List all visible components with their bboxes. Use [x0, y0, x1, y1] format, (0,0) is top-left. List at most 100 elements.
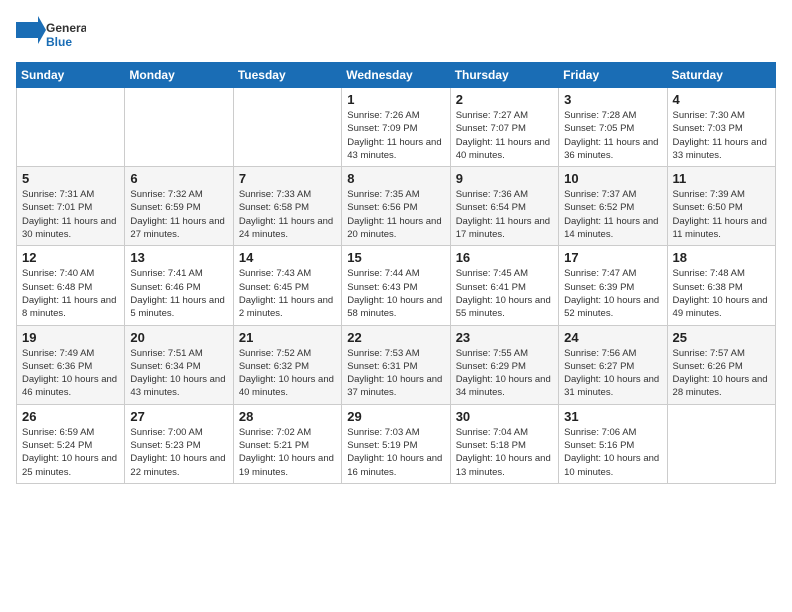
calendar-cell: 15 Sunrise: 7:44 AM Sunset: 6:43 PM Dayli…	[342, 246, 450, 325]
day-number: 11	[673, 171, 770, 186]
calendar-week-3: 12 Sunrise: 7:40 AM Sunset: 6:48 PM Dayli…	[17, 246, 776, 325]
calendar-cell: 10 Sunrise: 7:37 AM Sunset: 6:52 PM Dayli…	[559, 167, 667, 246]
day-info: Sunrise: 7:30 AM Sunset: 7:03 PM Dayligh…	[673, 109, 770, 162]
day-info: Sunrise: 7:35 AM Sunset: 6:56 PM Dayligh…	[347, 188, 444, 241]
calendar-cell: 12 Sunrise: 7:40 AM Sunset: 6:48 PM Dayli…	[17, 246, 125, 325]
day-info: Sunrise: 7:57 AM Sunset: 6:26 PM Dayligh…	[673, 347, 770, 400]
calendar-cell: 25 Sunrise: 7:57 AM Sunset: 6:26 PM Dayli…	[667, 325, 775, 404]
day-number: 13	[130, 250, 227, 265]
calendar-cell	[233, 88, 341, 167]
day-number: 4	[673, 92, 770, 107]
day-number: 31	[564, 409, 661, 424]
calendar-cell: 20 Sunrise: 7:51 AM Sunset: 6:34 PM Dayli…	[125, 325, 233, 404]
calendar-cell: 2 Sunrise: 7:27 AM Sunset: 7:07 PM Daylig…	[450, 88, 558, 167]
day-info: Sunrise: 7:31 AM Sunset: 7:01 PM Dayligh…	[22, 188, 119, 241]
calendar-cell: 16Sunrise: 7:45 AM Sunset: 6:41 PM Dayli…	[450, 246, 558, 325]
calendar-cell: 19Sunrise: 7:49 AM Sunset: 6:36 PM Dayli…	[17, 325, 125, 404]
calendar-cell	[17, 88, 125, 167]
day-info: Sunrise: 7:48 AM Sunset: 6:38 PM Dayligh…	[673, 267, 770, 320]
day-header-saturday: Saturday	[667, 63, 775, 88]
calendar-cell: 23 Sunrise: 7:55 AM Sunset: 6:29 PM Dayli…	[450, 325, 558, 404]
svg-text:General: General	[46, 21, 86, 35]
day-number: 9	[456, 171, 553, 186]
day-number: 1	[347, 92, 444, 107]
calendar-cell: 26Sunrise: 6:59 AM Sunset: 5:24 PM Dayli…	[17, 404, 125, 483]
calendar-header-row: SundayMondayTuesdayWednesdayThursdayFrid…	[17, 63, 776, 88]
day-info: Sunrise: 7:56 AM Sunset: 6:27 PM Dayligh…	[564, 347, 661, 400]
day-number: 28	[239, 409, 336, 424]
day-number: 19	[22, 330, 119, 345]
day-info: Sunrise: 7:37 AM Sunset: 6:52 PM Dayligh…	[564, 188, 661, 241]
day-number: 22	[347, 330, 444, 345]
day-info: Sunrise: 7:36 AM Sunset: 6:54 PM Dayligh…	[456, 188, 553, 241]
day-header-tuesday: Tuesday	[233, 63, 341, 88]
calendar-cell: 7 Sunrise: 7:33 AM Sunset: 6:58 PM Daylig…	[233, 167, 341, 246]
calendar-week-1: 1 Sunrise: 7:26 AM Sunset: 7:09 PM Daylig…	[17, 88, 776, 167]
day-info: Sunrise: 7:33 AM Sunset: 6:58 PM Dayligh…	[239, 188, 336, 241]
calendar-cell: 6 Sunrise: 7:32 AM Sunset: 6:59 PM Daylig…	[125, 167, 233, 246]
day-info: Sunrise: 7:32 AM Sunset: 6:59 PM Dayligh…	[130, 188, 227, 241]
day-info: Sunrise: 7:44 AM Sunset: 6:43 PM Dayligh…	[347, 267, 444, 320]
day-info: Sunrise: 7:43 AM Sunset: 6:45 PM Dayligh…	[239, 267, 336, 320]
day-number: 25	[673, 330, 770, 345]
day-number: 29	[347, 409, 444, 424]
calendar-cell: 21 Sunrise: 7:52 AM Sunset: 6:32 PM Dayli…	[233, 325, 341, 404]
calendar-cell: 8 Sunrise: 7:35 AM Sunset: 6:56 PM Daylig…	[342, 167, 450, 246]
calendar-cell: 13 Sunrise: 7:41 AM Sunset: 6:46 PM Dayli…	[125, 246, 233, 325]
calendar-cell: 18Sunrise: 7:48 AM Sunset: 6:38 PM Dayli…	[667, 246, 775, 325]
calendar-week-5: 26Sunrise: 6:59 AM Sunset: 5:24 PM Dayli…	[17, 404, 776, 483]
day-number: 6	[130, 171, 227, 186]
day-number: 12	[22, 250, 119, 265]
day-number: 8	[347, 171, 444, 186]
day-info: Sunrise: 7:55 AM Sunset: 6:29 PM Dayligh…	[456, 347, 553, 400]
day-number: 15	[347, 250, 444, 265]
day-info: Sunrise: 7:03 AM Sunset: 5:19 PM Dayligh…	[347, 426, 444, 479]
day-number: 30	[456, 409, 553, 424]
calendar-cell: 4 Sunrise: 7:30 AM Sunset: 7:03 PM Daylig…	[667, 88, 775, 167]
day-info: Sunrise: 7:51 AM Sunset: 6:34 PM Dayligh…	[130, 347, 227, 400]
day-number: 20	[130, 330, 227, 345]
day-number: 10	[564, 171, 661, 186]
day-header-wednesday: Wednesday	[342, 63, 450, 88]
day-info: Sunrise: 7:53 AM Sunset: 6:31 PM Dayligh…	[347, 347, 444, 400]
calendar-cell: 17 Sunrise: 7:47 AM Sunset: 6:39 PM Dayli…	[559, 246, 667, 325]
day-number: 17	[564, 250, 661, 265]
day-number: 7	[239, 171, 336, 186]
calendar-cell: 31 Sunrise: 7:06 AM Sunset: 5:16 PM Dayli…	[559, 404, 667, 483]
calendar-cell	[667, 404, 775, 483]
day-info: Sunrise: 7:45 AM Sunset: 6:41 PM Dayligh…	[456, 267, 553, 320]
day-info: Sunrise: 7:40 AM Sunset: 6:48 PM Dayligh…	[22, 267, 119, 320]
day-info: Sunrise: 7:02 AM Sunset: 5:21 PM Dayligh…	[239, 426, 336, 479]
calendar-cell	[125, 88, 233, 167]
calendar-table: SundayMondayTuesdayWednesdayThursdayFrid…	[16, 62, 776, 484]
day-number: 2	[456, 92, 553, 107]
logo-svg: GeneralBlue	[16, 16, 86, 54]
day-info: Sunrise: 7:47 AM Sunset: 6:39 PM Dayligh…	[564, 267, 661, 320]
calendar-cell: 11 Sunrise: 7:39 AM Sunset: 6:50 PM Dayli…	[667, 167, 775, 246]
calendar-cell: 5 Sunrise: 7:31 AM Sunset: 7:01 PM Daylig…	[17, 167, 125, 246]
day-info: Sunrise: 7:41 AM Sunset: 6:46 PM Dayligh…	[130, 267, 227, 320]
day-number: 5	[22, 171, 119, 186]
calendar-cell: 9 Sunrise: 7:36 AM Sunset: 6:54 PM Daylig…	[450, 167, 558, 246]
day-info: Sunrise: 7:52 AM Sunset: 6:32 PM Dayligh…	[239, 347, 336, 400]
day-number: 27	[130, 409, 227, 424]
day-header-monday: Monday	[125, 63, 233, 88]
day-number: 24	[564, 330, 661, 345]
day-info: Sunrise: 7:06 AM Sunset: 5:16 PM Dayligh…	[564, 426, 661, 479]
calendar-week-4: 19Sunrise: 7:49 AM Sunset: 6:36 PM Dayli…	[17, 325, 776, 404]
calendar-cell: 24 Sunrise: 7:56 AM Sunset: 6:27 PM Dayli…	[559, 325, 667, 404]
page-header: GeneralBlue	[16, 16, 776, 54]
day-info: Sunrise: 7:04 AM Sunset: 5:18 PM Dayligh…	[456, 426, 553, 479]
day-number: 23	[456, 330, 553, 345]
calendar-cell: 30 Sunrise: 7:04 AM Sunset: 5:18 PM Dayli…	[450, 404, 558, 483]
day-info: Sunrise: 7:39 AM Sunset: 6:50 PM Dayligh…	[673, 188, 770, 241]
day-info: Sunrise: 7:27 AM Sunset: 7:07 PM Dayligh…	[456, 109, 553, 162]
day-number: 3	[564, 92, 661, 107]
calendar-week-2: 5 Sunrise: 7:31 AM Sunset: 7:01 PM Daylig…	[17, 167, 776, 246]
day-info: Sunrise: 7:28 AM Sunset: 7:05 PM Dayligh…	[564, 109, 661, 162]
calendar-cell: 14 Sunrise: 7:43 AM Sunset: 6:45 PM Dayli…	[233, 246, 341, 325]
day-header-friday: Friday	[559, 63, 667, 88]
day-number: 21	[239, 330, 336, 345]
day-info: Sunrise: 7:26 AM Sunset: 7:09 PM Dayligh…	[347, 109, 444, 162]
day-number: 14	[239, 250, 336, 265]
